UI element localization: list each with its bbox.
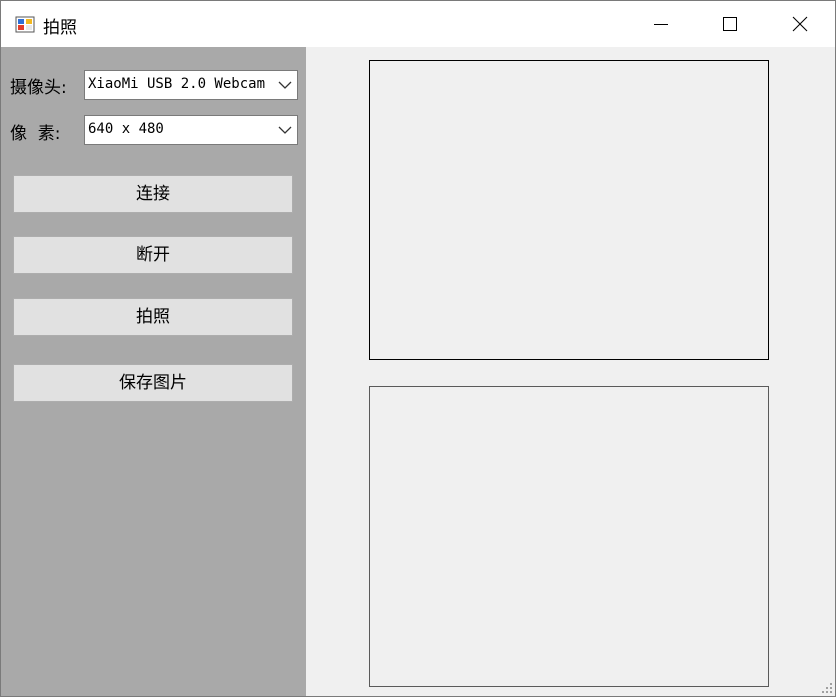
- maximize-button[interactable]: [695, 1, 765, 47]
- maximize-icon: [723, 17, 737, 31]
- camera-label: 摄像头:: [10, 78, 67, 98]
- resize-grip-icon[interactable]: [821, 682, 833, 694]
- minimize-icon: [654, 24, 668, 25]
- camera-select[interactable]: XiaoMi USB 2.0 Webcam: [84, 70, 298, 100]
- close-button[interactable]: [765, 1, 835, 47]
- close-icon: [792, 16, 808, 32]
- camera-preview-box: [369, 60, 769, 360]
- connect-button[interactable]: 连接: [13, 175, 293, 213]
- disconnect-button[interactable]: 断开: [13, 236, 293, 274]
- capture-button[interactable]: 拍照: [13, 298, 293, 336]
- save-image-button[interactable]: 保存图片: [13, 364, 293, 402]
- chevron-down-icon: [278, 81, 292, 89]
- title-bar[interactable]: 拍照: [1, 1, 835, 47]
- captured-photo-box: [369, 386, 769, 687]
- camera-select-value: XiaoMi USB 2.0 Webcam: [88, 76, 266, 92]
- minimize-button[interactable]: [626, 1, 696, 47]
- resolution-label: 像 素:: [10, 124, 61, 144]
- chevron-down-icon: [278, 126, 292, 134]
- app-icon: [15, 14, 35, 34]
- resolution-select-value: 640 x 480: [88, 121, 164, 137]
- app-window: 拍照 摄像头: XiaoMi USB 2.0 Webcam 像 素: 640 x…: [0, 0, 836, 697]
- control-panel: 摄像头: XiaoMi USB 2.0 Webcam 像 素: 640 x 48…: [1, 47, 306, 696]
- resolution-select[interactable]: 640 x 480: [84, 115, 298, 145]
- window-title: 拍照: [43, 18, 77, 38]
